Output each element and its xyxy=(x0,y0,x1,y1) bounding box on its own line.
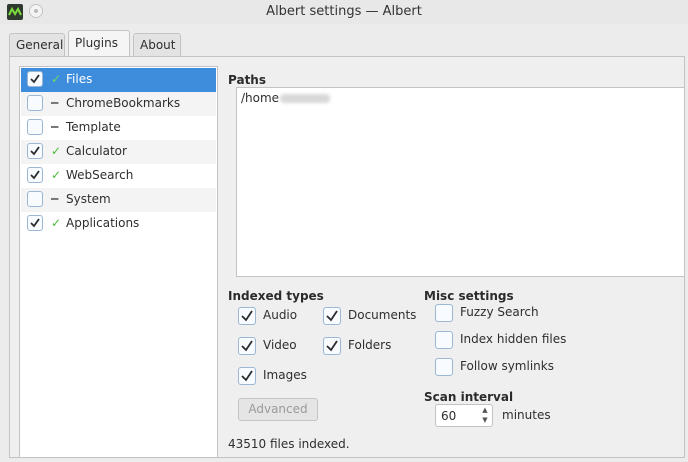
scan-interval-label: Scan interval xyxy=(424,390,514,404)
path-entry[interactable]: /home xyxy=(241,91,331,105)
plugin-enabled-checkbox[interactable] xyxy=(27,143,43,159)
scan-interval-spinbox[interactable]: 60 ▲ ▼ xyxy=(435,404,493,427)
plugin-enabled-checkbox[interactable] xyxy=(27,191,43,207)
plugin-item-calculator[interactable]: ✓ Calculator xyxy=(21,140,216,164)
paths-list[interactable]: /home xyxy=(236,87,685,277)
folders-label: Folders xyxy=(348,338,392,352)
plugin-name: System xyxy=(66,192,111,206)
plugin-item-files[interactable]: ✓ Files xyxy=(21,68,216,92)
plugin-name: WebSearch xyxy=(66,168,134,182)
audio-label: Audio xyxy=(263,308,298,322)
follow-symlinks-checkbox-box[interactable] xyxy=(435,358,453,376)
folders-checkbox-box[interactable] xyxy=(323,337,341,355)
images-label: Images xyxy=(263,368,307,382)
images-checkbox-box[interactable] xyxy=(238,367,256,385)
tab-general[interactable]: General xyxy=(9,33,65,56)
index-status: 43510 files indexed. xyxy=(228,437,350,451)
scan-interval-unit: minutes xyxy=(502,408,551,422)
status-ok-icon: ✓ xyxy=(51,72,62,86)
status-disabled-icon: ━ xyxy=(51,192,59,206)
status-ok-icon: ✓ xyxy=(51,144,62,158)
scan-interval-value[interactable]: 60 xyxy=(441,409,456,423)
status-disabled-icon: ━ xyxy=(51,120,59,134)
documents-checkbox-box[interactable] xyxy=(323,307,341,325)
video-checkbox-box[interactable] xyxy=(238,337,256,355)
indexed-types-label: Indexed types xyxy=(228,289,324,303)
plugin-item-applications[interactable]: ✓ Applications xyxy=(21,212,216,236)
plugin-name: Template xyxy=(66,120,121,134)
advanced-button[interactable]: Advanced xyxy=(238,398,318,421)
spin-up-icon[interactable]: ▲ xyxy=(480,406,490,415)
documents-label: Documents xyxy=(348,308,417,322)
plugin-item-system[interactable]: ━ System xyxy=(21,188,216,212)
status-disabled-icon: ━ xyxy=(51,96,59,110)
spin-down-icon[interactable]: ▼ xyxy=(480,416,490,425)
follow-symlinks-label: Follow symlinks xyxy=(460,359,554,373)
redacted-path xyxy=(280,94,331,103)
plugin-enabled-checkbox[interactable] xyxy=(27,95,43,111)
paths-label: Paths xyxy=(228,73,266,87)
plugin-enabled-checkbox[interactable] xyxy=(27,119,43,135)
tab-plugins[interactable]: Plugins xyxy=(68,30,130,57)
misc-settings-label: Misc settings xyxy=(424,289,514,303)
plugin-item-websearch[interactable]: ✓ WebSearch xyxy=(21,164,216,188)
plugin-enabled-checkbox[interactable] xyxy=(27,167,43,183)
plugin-enabled-checkbox[interactable] xyxy=(27,215,43,231)
audio-checkbox-box[interactable] xyxy=(238,307,256,325)
video-label: Video xyxy=(263,338,297,352)
title-bar: Albert settings — Albert xyxy=(0,0,688,24)
plugin-enabled-checkbox[interactable] xyxy=(27,71,43,87)
index-hidden-files-checkbox-box[interactable] xyxy=(435,331,453,349)
plugin-item-chromebookmarks[interactable]: ━ ChromeBookmarks xyxy=(21,92,216,116)
plugin-name: ChromeBookmarks xyxy=(66,96,181,110)
tab-about[interactable]: About xyxy=(133,33,181,56)
plugin-item-template[interactable]: ━ Template xyxy=(21,116,216,140)
window-title: Albert settings — Albert xyxy=(266,4,422,19)
index-hidden-files-label: Index hidden files xyxy=(460,332,567,346)
status-ok-icon: ✓ xyxy=(51,216,62,230)
plugin-list[interactable]: ✓ Files ━ ChromeBookmarks ━ Template ✓ C… xyxy=(19,66,218,458)
plugin-name: Applications xyxy=(66,216,140,230)
status-ok-icon: ✓ xyxy=(51,168,62,182)
fuzzy-search-checkbox-box[interactable] xyxy=(435,304,453,322)
plugin-name: Calculator xyxy=(66,144,127,158)
plugin-name: Files xyxy=(66,72,93,86)
fuzzy-search-label: Fuzzy Search xyxy=(460,305,539,319)
